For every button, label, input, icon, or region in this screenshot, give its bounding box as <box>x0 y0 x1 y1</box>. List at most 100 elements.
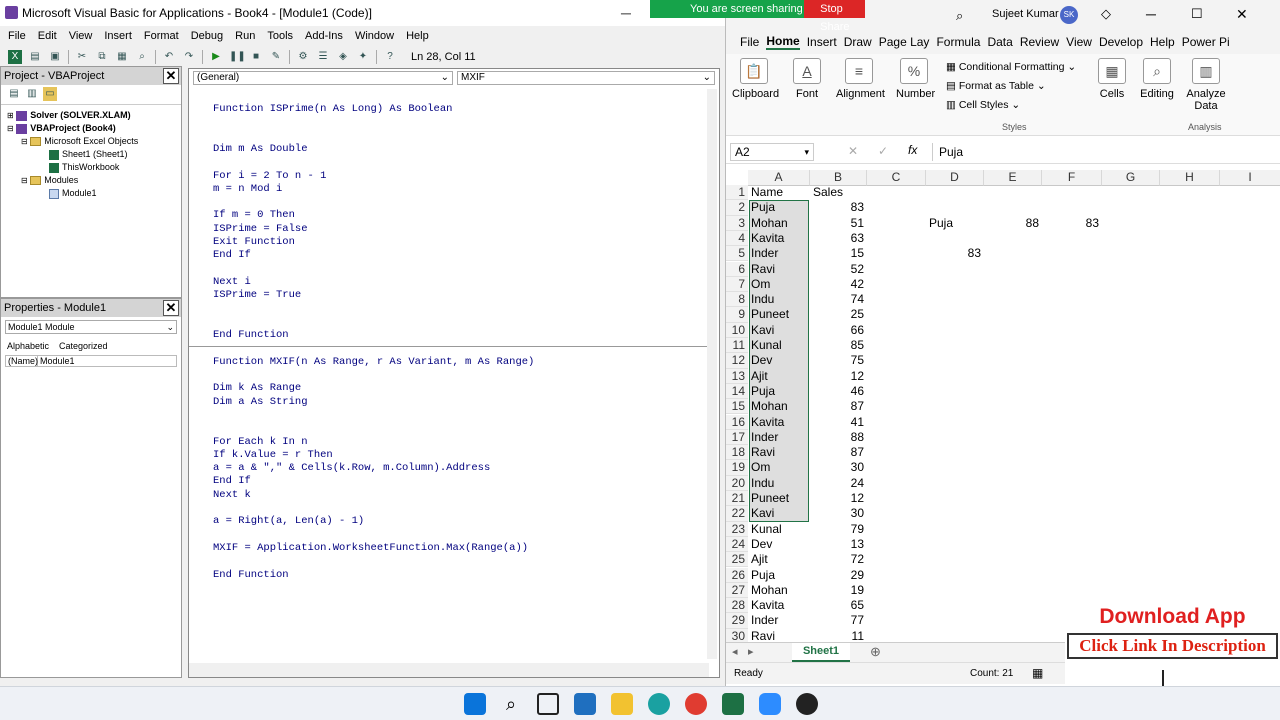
task-view-icon[interactable] <box>537 693 559 715</box>
tab-formula[interactable]: Formula <box>936 35 980 49</box>
sales-cell[interactable]: 15 <box>810 246 867 261</box>
sales-cell[interactable]: 52 <box>810 262 867 277</box>
clipboard-group[interactable]: 📋 Clipboard <box>732 58 779 100</box>
code-line[interactable]: Function ISPrime(n As Long) As Boolean <box>213 103 452 115</box>
row-header[interactable]: 8 <box>726 292 748 308</box>
font-group[interactable]: A Font <box>792 58 822 100</box>
tab-home[interactable]: Home <box>766 34 800 50</box>
tab-view[interactable]: View <box>1066 35 1092 49</box>
result-cell[interactable]: 83 <box>1042 216 1102 231</box>
code-line[interactable]: ISPrime = True <box>213 289 301 301</box>
row-header[interactable]: 29 <box>726 613 748 629</box>
conditional-formatting-button[interactable]: ▦ Conditional Formatting ⌄ <box>946 58 1076 77</box>
app-icon[interactable] <box>574 693 596 715</box>
sales-cell[interactable]: 66 <box>810 323 867 338</box>
code-line[interactable]: a = a & "," & Cells(k.Row, m.Column).Add… <box>213 462 490 474</box>
name-cell[interactable]: Mohan <box>748 399 810 414</box>
code-line[interactable]: a = Right(a, Len(a) - 1) <box>213 515 364 527</box>
menu-file[interactable]: File <box>8 30 26 42</box>
sales-cell[interactable]: 88 <box>810 430 867 445</box>
undo-icon[interactable]: ↶ <box>162 50 176 64</box>
chrome-icon[interactable] <box>685 693 707 715</box>
row-header[interactable]: 21 <box>726 491 748 507</box>
result-cell[interactable]: Puja <box>926 216 984 231</box>
project-explorer-icon[interactable]: ⚙ <box>296 50 310 64</box>
sales-cell[interactable]: 51 <box>810 216 867 231</box>
name-cell[interactable]: Kavita <box>748 598 810 613</box>
menu-debug[interactable]: Debug <box>191 30 223 42</box>
row-header[interactable]: 25 <box>726 552 748 568</box>
sales-cell[interactable]: 12 <box>810 369 867 384</box>
name-cell[interactable]: Indu <box>748 292 810 307</box>
save-icon[interactable]: ▣ <box>48 50 62 64</box>
number-group[interactable]: % Number <box>896 58 935 100</box>
help-icon[interactable]: ? <box>383 50 397 64</box>
sales-cell[interactable]: 24 <box>810 476 867 491</box>
find-icon[interactable]: ⌕ <box>135 50 149 64</box>
name-cell[interactable]: Mohan <box>748 216 810 231</box>
code-line[interactable]: Next i <box>213 276 251 288</box>
menu-help[interactable]: Help <box>406 30 429 42</box>
toggle-folders-icon[interactable]: ▭ <box>43 87 57 101</box>
search-icon[interactable]: ⌕ <box>500 693 522 715</box>
column-header-a[interactable]: A <box>748 170 810 186</box>
name-cell[interactable]: Kunal <box>748 338 810 353</box>
sales-cell[interactable]: 41 <box>810 415 867 430</box>
diamond-icon[interactable]: ◇ <box>1101 6 1111 22</box>
code-line[interactable]: Dim k As Range <box>213 382 301 394</box>
menu-add-ins[interactable]: Add-Ins <box>305 30 343 42</box>
menu-window[interactable]: Window <box>355 30 394 42</box>
paste-icon[interactable]: ▦ <box>115 50 129 64</box>
scroll-left-icon[interactable]: ◂ <box>732 645 738 658</box>
enter-icon[interactable]: ✓ <box>878 144 888 158</box>
cancel-icon[interactable]: ✕ <box>848 144 858 158</box>
header-cell[interactable]: Name <box>748 185 810 200</box>
normal-view-icon[interactable]: ▦ <box>1032 666 1043 680</box>
name-cell[interactable]: Dev <box>748 537 810 552</box>
sales-cell[interactable]: 46 <box>810 384 867 399</box>
name-cell[interactable]: Puneet <box>748 491 810 506</box>
code-line[interactable]: For Each k In n <box>213 436 308 448</box>
tree-item-module1[interactable]: Module1 <box>7 187 181 200</box>
view-object-icon[interactable]: ▥ <box>25 87 39 101</box>
row-header[interactable]: 2 <box>726 200 748 216</box>
name-cell[interactable]: Kunal <box>748 522 810 537</box>
name-cell[interactable]: Ajit <box>748 552 810 567</box>
code-line[interactable]: Exit Function <box>213 236 295 248</box>
tree-item-excel-objects[interactable]: ⊟ Microsoft Excel Objects <box>7 135 181 148</box>
row-header[interactable]: 18 <box>726 445 748 461</box>
avatar[interactable]: SK <box>1060 6 1078 24</box>
name-cell[interactable]: Ravi <box>748 262 810 277</box>
insert-function-icon[interactable]: fx <box>908 143 917 157</box>
name-cell[interactable]: Om <box>748 277 810 292</box>
name-cell[interactable]: Puja <box>748 200 810 215</box>
run-icon[interactable]: ▶ <box>209 50 223 64</box>
code-line[interactable]: If k.Value = r Then <box>213 449 333 461</box>
name-cell[interactable]: Puja <box>748 384 810 399</box>
close-icon[interactable]: ✕ <box>1236 6 1248 23</box>
row-header[interactable]: 15 <box>726 399 748 415</box>
tab-alphabetic[interactable]: Alphabetic <box>7 341 49 351</box>
alignment-group[interactable]: ≡ Alignment <box>836 58 885 100</box>
row-header[interactable]: 23 <box>726 521 748 537</box>
copy-icon[interactable]: ⧉ <box>95 50 109 64</box>
sales-cell[interactable]: 30 <box>810 460 867 475</box>
sales-cell[interactable]: 72 <box>810 552 867 567</box>
name-cell[interactable]: Dev <box>748 353 810 368</box>
editing-group[interactable]: ⌕ Editing <box>1138 58 1176 100</box>
code-line[interactable]: ISPrime = False <box>213 223 308 235</box>
design-mode-icon[interactable]: ✎ <box>269 50 283 64</box>
row-header[interactable]: 11 <box>726 338 748 354</box>
column-header-i[interactable]: I <box>1220 170 1280 186</box>
name-cell[interactable]: Kavi <box>748 323 810 338</box>
row-header[interactable]: 16 <box>726 414 748 430</box>
stop-share-button[interactable]: Stop Share <box>804 0 865 33</box>
sales-cell[interactable]: 29 <box>810 568 867 583</box>
property-row[interactable]: (Name) Module1 <box>5 355 177 367</box>
name-cell[interactable]: Puja <box>748 568 810 583</box>
cells-group[interactable]: ▦ Cells <box>1098 58 1126 100</box>
code-line[interactable]: Next k <box>213 489 251 501</box>
insert-module-icon[interactable]: ▤ <box>28 50 42 64</box>
column-header-f[interactable]: F <box>1042 170 1102 186</box>
scroll-right-icon[interactable]: ▸ <box>748 645 754 658</box>
